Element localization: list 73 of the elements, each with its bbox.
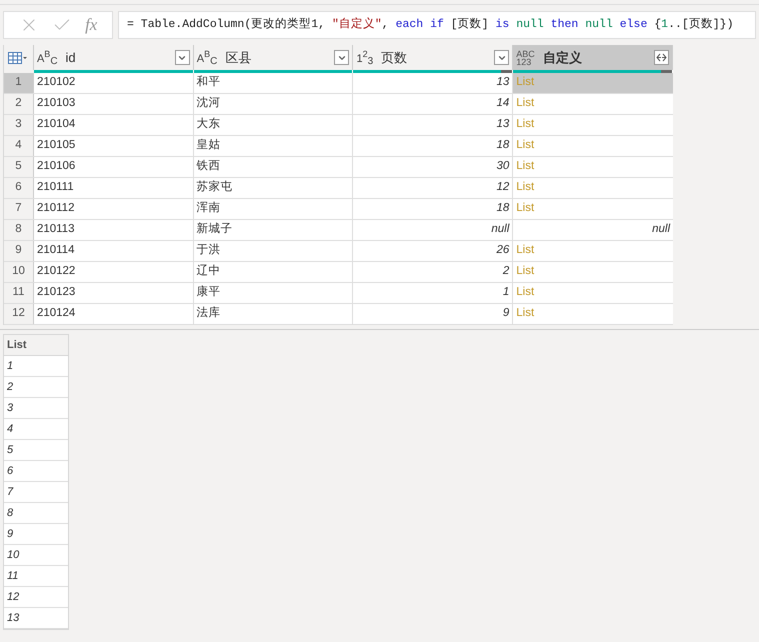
table-cell-text: null	[651, 222, 672, 238]
table-cell: 浑南	[194, 199, 354, 219]
preview-cell: 1	[4, 356, 68, 377]
row-number[interactable]: 12	[4, 304, 34, 324]
table-cell: 18	[353, 136, 514, 156]
filter-button[interactable]	[494, 50, 510, 65]
preview-cell: 9	[4, 524, 68, 545]
formula-field[interactable]: = Table.AddColumn(更改的类型1, "自定义", each if [页数] is null then null else {1..[页数]})	[118, 11, 756, 39]
table-cell: 210102	[34, 73, 194, 93]
table-cell: 210113	[34, 220, 194, 240]
row-number[interactable]: 9	[4, 241, 34, 261]
table-cell: 皇姑	[194, 136, 354, 156]
table-cell: 210123	[34, 283, 194, 303]
table-cell: 210122	[34, 262, 194, 282]
table-cell: 210104	[34, 115, 194, 135]
table-cell: 14	[353, 94, 514, 114]
row-number[interactable]: 10	[4, 262, 34, 282]
table-cell: 26	[353, 241, 514, 261]
preview-cell: 3	[4, 398, 68, 419]
preview-header: List	[4, 335, 68, 356]
expand-icon	[656, 53, 668, 62]
table-cell: 沈河	[194, 94, 354, 114]
row-number[interactable]: 11	[4, 283, 34, 303]
preview-cell: 5	[4, 440, 68, 461]
table-cell: 12	[353, 178, 514, 198]
table-cell: 于洪	[194, 241, 354, 261]
column-name: 自定义	[542, 48, 583, 67]
table-cell: 210124	[34, 304, 194, 324]
table-cell: 210112	[34, 199, 194, 219]
table-cell: 13	[353, 115, 514, 135]
table-cell: 9	[353, 304, 514, 324]
preview-cell: 11	[4, 566, 68, 587]
table-cell: 210103	[34, 94, 194, 114]
table-cell: 1	[353, 283, 514, 303]
column-name: 页数	[381, 48, 408, 67]
column-name: 区县	[225, 48, 252, 67]
table-cell: 大东	[194, 115, 354, 135]
filter-button[interactable]	[174, 50, 190, 65]
table-cell: 法库	[194, 304, 354, 324]
filter-button[interactable]	[334, 50, 350, 65]
table-cell: 2	[353, 262, 514, 282]
table-cell: 30	[353, 157, 514, 177]
row-number[interactable]: 3	[4, 115, 34, 135]
table-cell: null	[353, 220, 514, 240]
table-cell: 和平	[194, 73, 354, 93]
table-cell: 210114	[34, 241, 194, 261]
table-cell: 铁西	[194, 157, 354, 177]
row-number[interactable]: 6	[4, 178, 34, 198]
row-number[interactable]: 1	[4, 73, 34, 93]
row-number[interactable]: 7	[4, 199, 34, 219]
table-cell: 苏家屯	[194, 178, 354, 198]
table-cell: 18	[353, 199, 514, 219]
table-cell: 康平	[194, 283, 354, 303]
row-number[interactable]: 2	[4, 94, 34, 114]
preview-cell: 12	[4, 587, 68, 608]
table-cell: 新城子	[194, 220, 354, 240]
type-icon: ABC 123	[516, 50, 535, 66]
table-cell: 辽中	[194, 262, 354, 282]
preview-cell: 2	[4, 377, 68, 398]
table-cell: 210105	[34, 136, 194, 156]
row-number[interactable]: 8	[4, 220, 34, 240]
preview-cell: 8	[4, 503, 68, 524]
expand-button[interactable]	[654, 50, 670, 65]
column-name: id	[66, 48, 77, 67]
table-cell: 210111	[34, 178, 194, 198]
table-cell: 210106	[34, 157, 194, 177]
preview-cell: 4	[4, 419, 68, 440]
row-number[interactable]: 5	[4, 157, 34, 177]
preview-cell: 7	[4, 482, 68, 503]
preview-cell: 6	[4, 461, 68, 482]
row-number[interactable]: 4	[4, 136, 34, 156]
preview-cell: 10	[4, 545, 68, 566]
preview-cell: 13	[4, 608, 68, 629]
